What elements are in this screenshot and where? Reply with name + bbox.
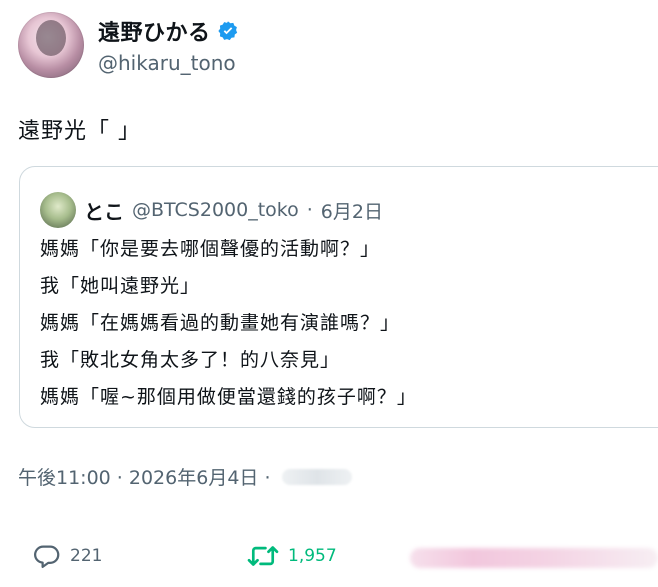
quoted-separator: · (306, 199, 313, 221)
retweet-count: 1,957 (288, 546, 337, 566)
quoted-tweet[interactable]: とこ @BTCS2000_toko · 6月2日 媽媽「你是要去哪個聲優的活動啊… (19, 166, 658, 428)
quoted-author-handle: @BTCS2000_toko (132, 199, 299, 221)
blurred-view-count (282, 468, 353, 485)
quoted-line: 媽媽「你是要去哪個聲優的活動啊？」 (40, 238, 381, 260)
quoted-line: 媽媽「喔~那個用做便當還錢的孩子啊？」 (40, 386, 417, 408)
tweet-timestamp[interactable]: 午後11:00 · 2026年6月4日 · (18, 463, 270, 490)
quoted-line: 媽媽「在媽媽看過的動畫她有演誰嗎？」 (40, 312, 401, 334)
quoted-line: 我「敗北女角太多了！的八奈見」 (40, 349, 341, 371)
author-handle[interactable]: @hikaru_tono (98, 51, 239, 75)
retweet-icon (246, 541, 280, 571)
quoted-tweet-header: とこ @BTCS2000_toko · 6月2日 (40, 192, 383, 228)
display-name-row: 遠野ひかる (98, 15, 239, 47)
tweet-text: 遠野光「 」 (18, 119, 141, 144)
reply-icon (32, 541, 62, 571)
tweet-meta: 午後11:00 · 2026年6月4日 · (18, 463, 353, 490)
tweet-header: 遠野ひかる @hikaru_tono (18, 12, 239, 78)
blurred-like-count (410, 548, 658, 568)
quoted-author-avatar (40, 192, 76, 228)
verified-badge-icon (217, 20, 239, 42)
reply-button[interactable]: 221 (32, 541, 102, 571)
author-display-name[interactable]: 遠野ひかる (98, 15, 211, 47)
reply-count: 221 (70, 546, 103, 566)
author-avatar[interactable] (18, 12, 84, 78)
author-names: 遠野ひかる @hikaru_tono (98, 15, 239, 75)
quoted-tweet-body: 媽媽「你是要去哪個聲優的活動啊？」 我「她叫遠野光」 媽媽「在媽媽看過的動畫她有… (40, 231, 417, 416)
quoted-date: 6月2日 (320, 200, 383, 223)
action-bar: 221 1,957 (0, 538, 658, 578)
retweet-button[interactable]: 1,957 (246, 541, 337, 571)
quoted-author-display-name: とこ (84, 199, 124, 224)
tweet-card: 遠野ひかる @hikaru_tono 遠野光「 」 とこ @BTCS2000_t… (0, 0, 658, 587)
quoted-line: 我「她叫遠野光」 (40, 275, 201, 297)
